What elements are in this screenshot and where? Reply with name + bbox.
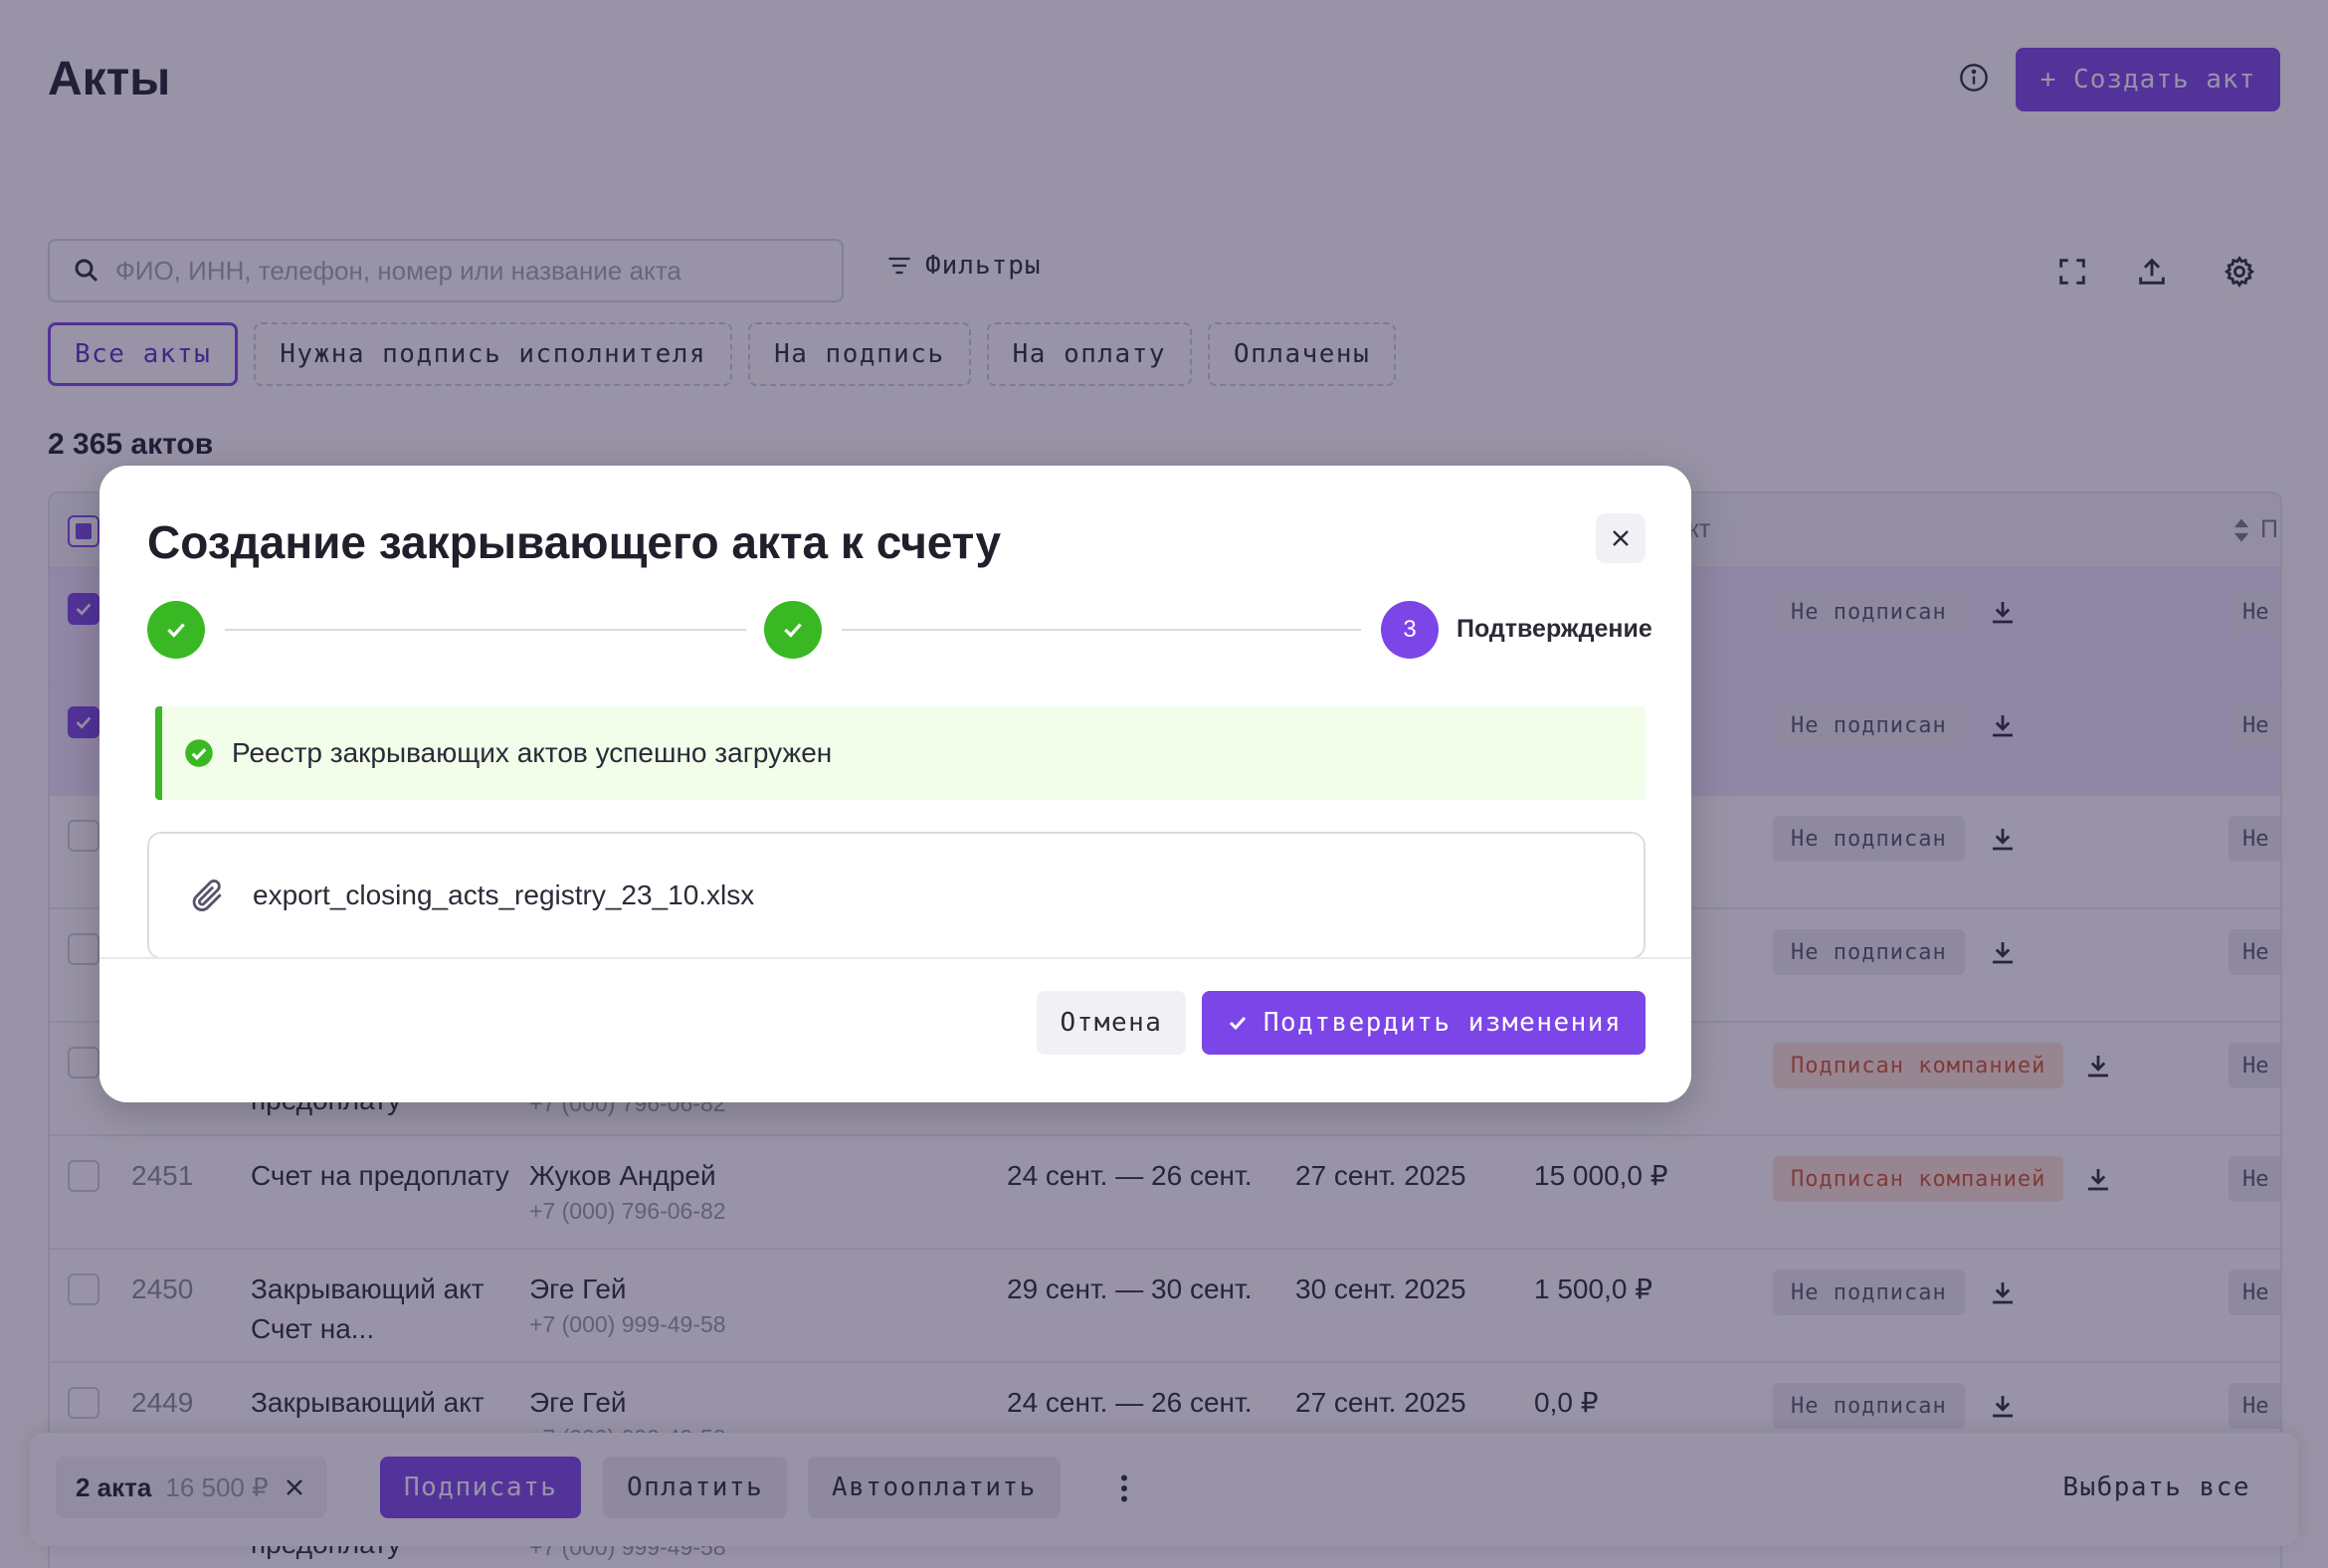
step-1-done <box>147 601 205 659</box>
step-2-done <box>764 601 822 659</box>
step-connector <box>225 629 746 631</box>
check-icon <box>784 623 802 638</box>
success-alert: Реестр закрывающих актов успешно загруже… <box>155 706 1646 800</box>
close-icon <box>1613 530 1629 546</box>
step-connector <box>842 629 1361 631</box>
confirm-changes-button[interactable]: Подтвердить изменения <box>1202 991 1646 1055</box>
alert-message: Реестр закрывающих актов успешно загруже… <box>232 737 833 768</box>
close-button[interactable] <box>1596 513 1646 563</box>
cancel-button[interactable]: Отмена <box>1037 991 1186 1055</box>
success-check-icon <box>185 739 213 767</box>
step-3-current: 3 <box>1381 601 1439 659</box>
check-icon <box>167 623 185 638</box>
file-name: export_closing_acts_registry_23_10.xlsx <box>253 880 755 910</box>
create-closing-act-dialog: Создание закрывающего акта к счету 3 Под… <box>99 466 1691 1102</box>
check-icon <box>1229 1016 1246 1031</box>
uploaded-file[interactable]: export_closing_acts_registry_23_10.xlsx <box>147 832 1646 959</box>
paperclip-icon <box>192 880 222 911</box>
dialog-title: Создание закрывающего акта к счету <box>147 516 1002 568</box>
dialog-footer: Отмена Подтвердить изменения <box>99 957 1691 1102</box>
confirm-label: Подтвердить изменения <box>1262 1008 1623 1038</box>
step-3-label: Подтверждение <box>1456 615 1652 643</box>
stepper: 3 Подтверждение <box>147 601 1652 659</box>
